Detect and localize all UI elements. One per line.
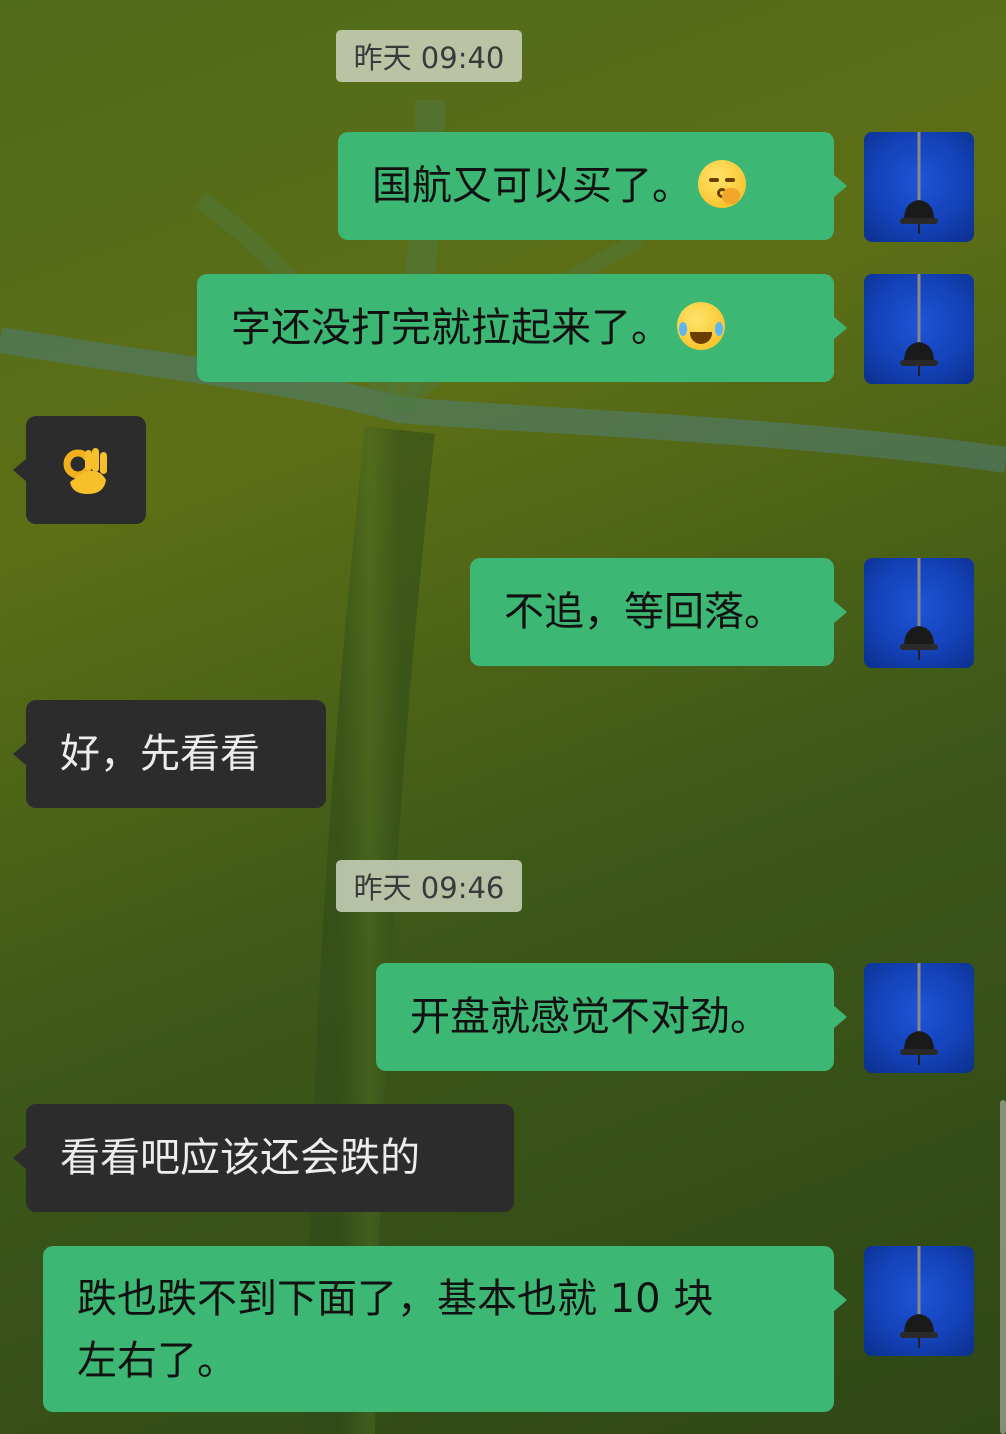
- rolling-on-floor-laughing-icon: [677, 302, 725, 350]
- message-text-line: 左右了。: [77, 1338, 237, 1384]
- message-text: 好，先看看: [60, 731, 260, 777]
- timestamp: 昨天 09:40: [336, 30, 522, 82]
- bell-avatar-icon[interactable]: [864, 963, 974, 1073]
- message-bubble-outgoing[interactable]: 跌也跌不到下面了，基本也就 10 块 左右了。: [43, 1246, 847, 1412]
- bell-avatar-icon[interactable]: [864, 274, 974, 384]
- message-bubble-outgoing[interactable]: 开盘就感觉不对劲。: [376, 963, 847, 1071]
- timestamp: 昨天 09:46: [336, 860, 522, 912]
- bell-avatar-icon[interactable]: [864, 132, 974, 242]
- chat-area[interactable]: 昨天 09:40 国航又可以买了。 字还没打完就拉起来了。 不追，等回落。 好，…: [0, 0, 1006, 1434]
- message-text-line: 跌也跌不到下面了，基本也就 10 块: [77, 1276, 714, 1322]
- scrollbar[interactable]: [1000, 1100, 1006, 1434]
- message-bubble-incoming[interactable]: [13, 416, 146, 524]
- message-bubble-outgoing[interactable]: 不追，等回落。: [470, 558, 847, 666]
- message-text: 开盘就感觉不对劲。: [410, 994, 770, 1040]
- message-bubble-outgoing[interactable]: 字还没打完就拉起来了。: [197, 274, 847, 382]
- message-text: 看看吧应该还会跌的: [60, 1135, 420, 1181]
- message-text: 国航又可以买了。: [372, 163, 692, 209]
- ok-hand-icon: [63, 448, 107, 494]
- bell-avatar-icon[interactable]: [864, 558, 974, 668]
- message-bubble-incoming[interactable]: 好，先看看: [13, 700, 326, 808]
- message-text: 字还没打完就拉起来了。: [231, 305, 671, 351]
- message-bubble-outgoing[interactable]: 国航又可以买了。: [338, 132, 847, 240]
- message-bubble-incoming[interactable]: 看看吧应该还会跌的: [13, 1104, 514, 1212]
- shushing-face-icon: [698, 160, 746, 208]
- message-text: 不追，等回落。: [504, 589, 784, 635]
- bell-avatar-icon[interactable]: [864, 1246, 974, 1356]
